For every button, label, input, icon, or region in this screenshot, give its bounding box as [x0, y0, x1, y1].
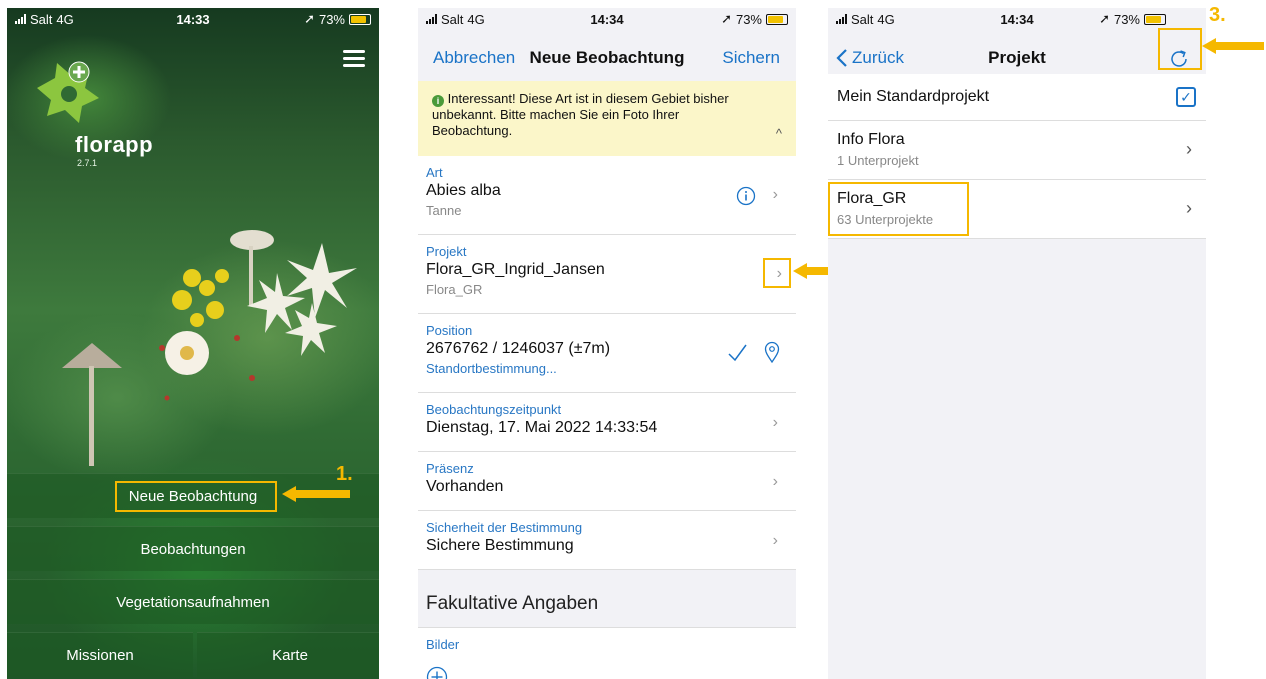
project-item-standard[interactable]: Mein Standardprojekt ✓: [828, 74, 1206, 121]
chevron-up-icon[interactable]: ^: [776, 126, 782, 142]
images-label: Bilder: [426, 637, 460, 652]
projekt-value: Flora_GR_Ingrid_Jansen: [426, 261, 605, 278]
project-selection-screen: Salt 4G 14:34 ➚ 73% Zurück Projekt Mein …: [828, 8, 1206, 679]
projekt-label: Projekt: [426, 244, 467, 259]
position-label: Position: [426, 323, 473, 338]
row-images[interactable]: Bilder: [418, 627, 796, 679]
add-image-icon[interactable]: [426, 666, 448, 679]
florapp-logo-icon: [37, 61, 99, 123]
project-title: Mein Standardprojekt: [837, 88, 990, 105]
vegetation-surveys-button[interactable]: Vegetationsaufnahmen: [7, 579, 379, 624]
highlight-box-new-observation: [115, 481, 277, 512]
location-icon: ➚: [304, 11, 315, 26]
app-name: florapp: [75, 132, 154, 157]
row-presence[interactable]: Präsenz Vorhanden ›: [418, 452, 796, 511]
hamburger-menu-icon[interactable]: [343, 50, 365, 68]
presence-label: Präsenz: [426, 461, 474, 476]
flora-illustration: [62, 230, 357, 466]
info-icon: i: [432, 95, 444, 107]
chevron-right-icon: ›: [772, 414, 778, 431]
arrow-left-icon: [282, 486, 350, 502]
time-value: Dienstag, 17. Mai 2022 14:33:54: [426, 419, 658, 436]
status-bar: Salt 4G 14:34 ➚ 73%: [418, 8, 796, 30]
row-art[interactable]: Art Abies alba Tanne ›: [418, 156, 796, 235]
save-button[interactable]: Sichern: [722, 48, 780, 68]
florapp-home-screen: Salt 4G 14:33 ➚ 73% florapp 2.7.1 Neue B…: [7, 8, 379, 679]
highlight-box-project-chevron: [763, 258, 791, 288]
checkmark-icon: [728, 344, 747, 362]
info-banner: i Interessant! Diese Art ist in diesem G…: [418, 81, 796, 156]
chevron-right-icon: ›: [1186, 139, 1192, 159]
project-title: Info Flora: [837, 131, 905, 148]
missions-label: Missionen: [66, 646, 134, 664]
step-1-label: 1.: [336, 463, 353, 485]
battery-percent: 73%: [1113, 11, 1140, 27]
location-icon: ➚: [721, 11, 732, 26]
row-certainty[interactable]: Sicherheit der Bestimmung Sichere Bestim…: [418, 511, 796, 570]
location-pin-icon[interactable]: [764, 341, 780, 363]
chevron-right-icon: ›: [772, 473, 778, 490]
art-label: Art: [426, 165, 443, 180]
vegetation-label: Vegetationsaufnahmen: [116, 593, 270, 611]
map-label: Karte: [272, 646, 308, 664]
projekt-sub: Flora_GR: [426, 282, 483, 297]
info-circle-icon[interactable]: [736, 186, 756, 206]
checkbox-checked-icon[interactable]: ✓: [1176, 87, 1196, 107]
time-label: Beobachtungszeitpunkt: [426, 402, 562, 417]
project-item-info-flora[interactable]: Info Flora 1 Unterprojekt ›: [828, 121, 1206, 180]
status-bar: Salt 4G 14:33 ➚ 73%: [7, 8, 379, 30]
chevron-right-icon: ›: [772, 532, 778, 549]
step-3-label: 3.: [1209, 4, 1226, 26]
observations-button[interactable]: Beobachtungen: [7, 526, 379, 571]
nav-bar: Zurück Projekt: [828, 38, 1206, 78]
page-title: Projekt: [988, 48, 1046, 67]
chevron-right-icon: ›: [1186, 198, 1192, 218]
map-button[interactable]: Karte: [197, 632, 379, 677]
status-bar: Salt 4G 14:34 ➚ 73%: [828, 8, 1206, 30]
nav-bar: Abbrechen Neue Beobachtung Sichern: [418, 38, 796, 78]
battery-icon: [766, 13, 788, 25]
battery-percent: 73%: [735, 11, 762, 27]
app-version: 2.7.1: [77, 158, 98, 168]
missions-button[interactable]: Missionen: [7, 632, 193, 677]
row-position[interactable]: Position 2676762 / 1246037 (±7m) Standor…: [418, 314, 796, 393]
chevron-right-icon: ›: [772, 186, 778, 203]
battery-percent: 73%: [318, 11, 345, 27]
certainty-value: Sichere Bestimmung: [426, 537, 574, 554]
banner-text: Interessant! Diese Art ist in diesem Geb…: [432, 91, 729, 138]
row-projekt[interactable]: Projekt Flora_GR_Ingrid_Jansen Flora_GR …: [418, 235, 796, 314]
observations-label: Beobachtungen: [140, 540, 246, 558]
new-observation-screen: Salt 4G 14:34 ➚ 73% Abbrechen Neue Beoba…: [418, 8, 796, 679]
row-observation-time[interactable]: Beobachtungszeitpunkt Dienstag, 17. Mai …: [418, 393, 796, 452]
highlight-box-flora-gr: [828, 182, 969, 236]
certainty-label: Sicherheit der Bestimmung: [426, 520, 583, 535]
presence-value: Vorhanden: [426, 478, 504, 495]
battery-icon: [349, 13, 371, 25]
arrow-left-icon: [1202, 38, 1264, 54]
section-optional-header: Fakultative Angaben: [418, 593, 796, 615]
project-sub: 1 Unterprojekt: [837, 153, 919, 168]
highlight-box-refresh: [1158, 28, 1202, 70]
battery-icon: [1144, 13, 1166, 25]
location-icon: ➚: [1099, 11, 1110, 26]
